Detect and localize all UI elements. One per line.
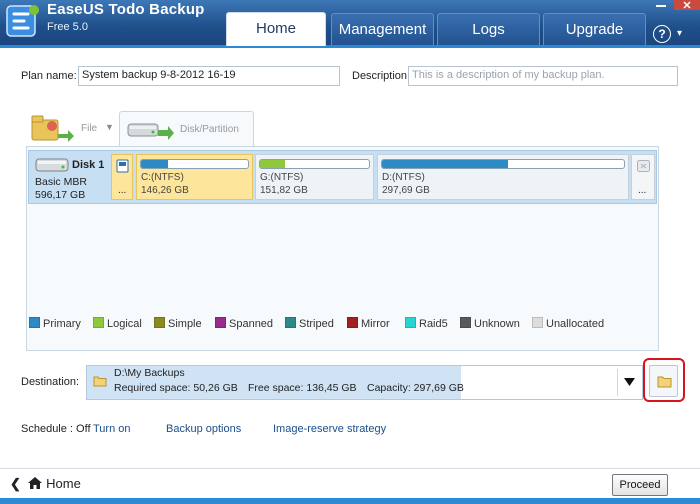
legend-swatch — [215, 317, 226, 328]
source-tab-disk-label: Disk/Partition — [180, 124, 239, 135]
legend-swatch — [154, 317, 165, 328]
schedule-status: Schedule : Off — [21, 423, 91, 435]
legend-label: Unallocated — [546, 318, 605, 330]
partition-size: 146,26 GB — [141, 185, 189, 196]
legend-label: Logical — [107, 318, 142, 330]
legend-swatch — [405, 317, 416, 328]
legend-label: Primary — [43, 318, 81, 330]
legend-swatch — [460, 317, 471, 328]
highlight-annotation — [643, 358, 685, 402]
legend-striped: Striped — [285, 317, 334, 330]
partition-usage-bar — [381, 159, 625, 169]
partition-usage-fill — [260, 160, 286, 168]
partition-d[interactable]: D:(NTFS) 297,69 GB — [377, 154, 629, 200]
free-space: Free space: 136,45 GB — [248, 382, 357, 394]
required-space: Required space: 50,26 GB — [114, 382, 238, 394]
backup-options-link[interactable]: Backup options — [166, 423, 241, 435]
partition-name: D:(NTFS) — [382, 172, 425, 183]
partition-more-label: ... — [118, 185, 127, 196]
legend-swatch — [29, 317, 40, 328]
partition-system-reserved[interactable]: ... — [111, 154, 133, 200]
legend-unknown: Unknown — [460, 317, 520, 330]
footer-divider — [0, 468, 700, 469]
destination-dropdown-icon[interactable] — [617, 366, 642, 399]
legend-primary: Primary — [29, 317, 81, 330]
partition-usage-bar — [140, 159, 249, 169]
plan-name-label: Plan name: — [21, 70, 77, 82]
legend-unallocated: Unallocated — [532, 317, 604, 330]
description-input[interactable]: This is a description of my backup plan. — [408, 66, 678, 86]
partition-more-label: ... — [638, 185, 647, 196]
disk-size: 596,17 GB — [35, 189, 86, 201]
easeus-logo-icon — [6, 5, 39, 37]
legend-swatch — [93, 317, 104, 328]
legend-swatch — [532, 317, 543, 328]
file-folder-icon — [31, 115, 74, 142]
partition-size: 151,82 GB — [260, 185, 308, 196]
close-icon[interactable] — [674, 0, 700, 10]
brand-part1: EaseUS — [47, 1, 105, 18]
tab-upgrade[interactable]: Upgrade — [543, 13, 646, 45]
chevron-left-icon: ❮ — [10, 476, 21, 491]
partition-icon — [116, 159, 129, 173]
help-dropdown-icon[interactable]: ▾ — [677, 28, 682, 39]
partition-c[interactable]: C:(NTFS) 146,26 GB — [136, 154, 253, 200]
legend-swatch — [347, 317, 358, 328]
disk-partition-icon — [127, 123, 174, 140]
home-footer-label: Home — [46, 476, 81, 491]
capacity: Capacity: 297,69 GB — [367, 382, 464, 394]
app-title: EaseUS Todo Backup — [47, 1, 205, 18]
bottom-accent-bar — [0, 498, 700, 504]
plan-name-input[interactable]: System backup 9-8-2012 16-19 — [78, 66, 340, 86]
home-back-button[interactable]: ❮ Home — [10, 476, 81, 492]
minimize-icon[interactable] — [650, 0, 672, 10]
legend-spanned: Spanned — [215, 317, 273, 330]
partition-size: 297,69 GB — [382, 185, 430, 196]
disk-type: Basic MBR — [35, 176, 87, 188]
legend-label: Unknown — [474, 318, 520, 330]
image-reserve-strategy-link[interactable]: Image-reserve strategy — [273, 423, 386, 435]
legend-label: Raid5 — [419, 318, 448, 330]
proceed-button[interactable]: Proceed — [612, 474, 668, 496]
destination-label: Destination: — [21, 376, 80, 388]
home-icon — [27, 477, 42, 489]
description-label: Description: — [352, 70, 411, 82]
tab-logs[interactable]: Logs — [437, 13, 540, 45]
legend-swatch — [285, 317, 296, 328]
legend-label: Mirror — [361, 318, 390, 330]
tab-home[interactable]: Home — [226, 12, 326, 46]
partition-name: C:(NTFS) — [141, 172, 184, 183]
destination-path: D:\My Backups — [114, 367, 185, 379]
help-icon[interactable]: ? — [653, 25, 671, 43]
partition-g[interactable]: G:(NTFS) 151,82 GB — [255, 154, 374, 200]
app-edition: Free 5.0 — [47, 21, 88, 33]
legend-logical: Logical — [93, 317, 142, 330]
partition-usage-bar — [259, 159, 370, 169]
source-tab-file-label: File — [81, 123, 98, 134]
disk-name: Disk 1 — [72, 159, 105, 171]
legend-label: Spanned — [229, 318, 274, 330]
source-tab-disk-partition[interactable]: Disk/Partition — [119, 111, 254, 147]
folder-icon — [93, 376, 107, 387]
legend-simple: Simple — [154, 317, 202, 330]
turn-on-link[interactable]: Turn on — [93, 423, 131, 435]
tab-management[interactable]: Management — [331, 13, 434, 45]
legend-label: Simple — [168, 318, 202, 330]
chevron-down-icon[interactable]: ▼ — [105, 122, 114, 132]
partition-more[interactable]: ... — [631, 154, 655, 200]
legend-raid5: Raid5 — [405, 317, 448, 330]
legend-label: Striped — [299, 318, 334, 330]
partition-usage-fill — [141, 160, 168, 168]
brand-part2: Todo Backup — [108, 1, 205, 18]
hard-disk-icon — [35, 158, 69, 172]
partition-name: G:(NTFS) — [260, 172, 304, 183]
legend-mirror: Mirror — [347, 317, 390, 330]
partition-usage-fill — [382, 160, 508, 168]
source-tab-file[interactable]: File ▼ — [26, 112, 118, 146]
unallocated-icon — [637, 160, 650, 172]
